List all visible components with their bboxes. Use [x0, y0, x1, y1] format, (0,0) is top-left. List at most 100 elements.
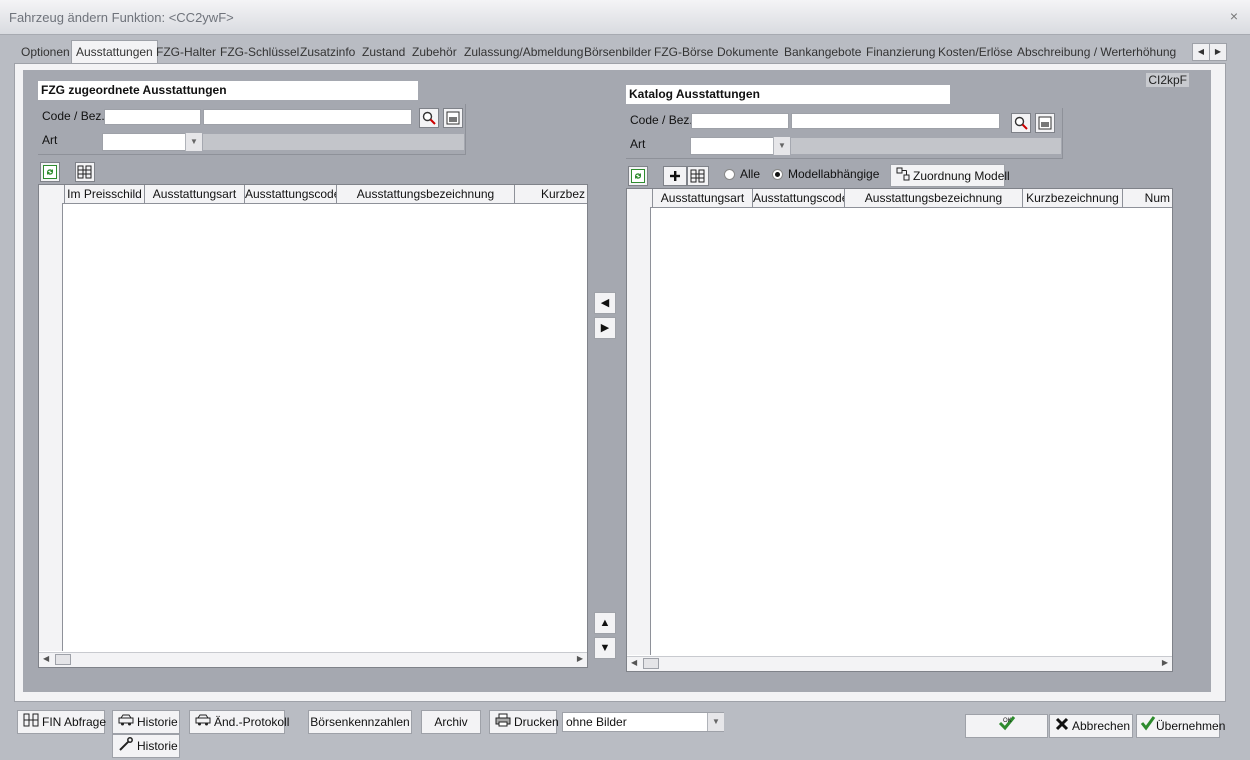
right-scroll-right-icon[interactable]: ▶ [1162, 658, 1168, 667]
aend-protokoll-icon [195, 712, 211, 734]
right-art-label: Art [630, 137, 646, 151]
right-code-input[interactable] [691, 113, 789, 129]
tab-scroll-left-icon[interactable]: ◀ [1192, 43, 1210, 61]
right-grid-header: Ausstattungsart Ausstattungscode Ausstat… [627, 189, 1172, 208]
right-art-dropdown-icon[interactable]: ▼ [773, 137, 790, 155]
right-add-icon[interactable] [663, 166, 687, 186]
uebernehmen-button[interactable]: Übernehmen [1136, 714, 1225, 738]
tab-finanzierung[interactable]: Finanzierung [866, 42, 935, 62]
left-col-im-preisschild[interactable]: Im Preisschild [65, 185, 145, 203]
left-col-ausstattungsart[interactable]: Ausstattungsart [145, 185, 245, 203]
right-col-ausstattungsart[interactable]: Ausstattungsart [653, 189, 753, 207]
left-col-ausstattungscode[interactable]: Ausstattungscode [245, 185, 337, 203]
historie-button[interactable]: Historie [112, 710, 180, 734]
right-grid: Ausstattungsart Ausstattungscode Ausstat… [626, 188, 1173, 672]
tab-zustand[interactable]: Zustand [362, 42, 405, 62]
fin-abfrage-icon [23, 712, 39, 734]
tab-zusatzinfo[interactable]: Zusatzinfo [300, 42, 355, 62]
aend-protokoll-label: Änd.-Protokoll [214, 715, 290, 729]
zuordnung-modell-button[interactable]: Zuordnung Modell [890, 164, 1010, 188]
wrench-icon [118, 736, 134, 758]
left-grid-header: Im Preisschild Ausstattungsart Ausstattu… [39, 185, 587, 204]
ok-check-icon: OK [998, 715, 1016, 738]
left-grid-corner [39, 185, 65, 203]
fin-abfrage-button[interactable]: FIN Abfrage [17, 710, 106, 734]
left-refresh-icon[interactable] [40, 162, 60, 182]
tab-fzg-schluessel[interactable]: FZG-Schlüssel [220, 42, 299, 62]
right-refresh-icon[interactable] [628, 166, 648, 186]
left-scroll-left-icon[interactable]: ◀ [43, 654, 49, 663]
move-right-icon[interactable]: ▶ [594, 317, 616, 339]
right-art-description [791, 138, 1061, 154]
boersenkennzahlen-button[interactable]: Börsenkennzahlen [308, 710, 412, 734]
left-row-indicator [39, 203, 63, 651]
left-col-kurzbez[interactable]: Kurzbez [515, 185, 587, 203]
tab-bankangebote[interactable]: Bankangebote [784, 42, 861, 62]
historie-tool-label: Historie [137, 739, 178, 753]
left-scroll-right-icon[interactable]: ▶ [577, 654, 583, 663]
move-left-icon[interactable]: ◀ [594, 292, 616, 314]
left-art-label: Art [42, 133, 58, 147]
tab-bar: Optionen Ausstattungen FZG-Halter FZG-Sc… [14, 40, 1226, 65]
right-col-ausstattungsbezeichnung[interactable]: Ausstattungsbezeichnung [845, 189, 1023, 207]
right-col-num[interactable]: Num [1123, 189, 1172, 207]
tab-ausstattungen[interactable]: Ausstattungen [71, 40, 158, 65]
drucken-label: Drucken [514, 715, 559, 729]
archiv-button[interactable]: Archiv [421, 710, 481, 734]
left-clear-filter-icon[interactable] [443, 108, 463, 128]
close-icon[interactable]: × [1230, 8, 1238, 24]
right-scroll-thumb[interactable] [643, 658, 659, 669]
zuordnung-modell-icon [896, 166, 910, 188]
historie-label: Historie [137, 715, 178, 729]
print-option-select[interactable]: ohne Bilder [562, 712, 724, 732]
tab-scroll-right-icon[interactable]: ▶ [1209, 43, 1227, 61]
tab-optionen[interactable]: Optionen [21, 42, 70, 62]
left-col-ausstattungsbezeichnung[interactable]: Ausstattungsbezeichnung [337, 185, 515, 203]
right-col-kurzbezeichnung[interactable]: Kurzbezeichnung [1023, 189, 1123, 207]
right-clear-filter-icon[interactable] [1035, 113, 1055, 133]
left-code-input[interactable] [104, 109, 201, 125]
uebernehmen-label: Übernehmen [1156, 719, 1226, 733]
print-option-dropdown-icon[interactable]: ▼ [707, 713, 724, 731]
tab-kosten-erloese[interactable]: Kosten/Erlöse [938, 42, 1013, 62]
left-scroll-thumb[interactable] [55, 654, 71, 665]
tab-boersenbilder[interactable]: Börsenbilder [584, 42, 651, 62]
right-bez-input[interactable] [791, 113, 1000, 129]
window-title: Fahrzeug ändern Funktion: <CC2ywF> [9, 10, 234, 25]
left-bez-input[interactable] [203, 109, 412, 125]
right-col-ausstattungscode[interactable]: Ausstattungscode [753, 189, 845, 207]
left-art-dropdown-icon[interactable]: ▼ [185, 133, 202, 151]
right-section-title: Katalog Ausstattungen [626, 85, 950, 104]
tab-zubehoer[interactable]: Zubehör [412, 42, 457, 62]
left-search-icon[interactable] [419, 108, 439, 128]
aend-protokoll-button[interactable]: Änd.-Protokoll [189, 710, 289, 734]
abbrechen-label: Abbrechen [1072, 719, 1131, 733]
right-code-label: Code / Bez. [630, 113, 693, 127]
tab-zulassung[interactable]: Zulassung/Abmeldung [464, 42, 583, 62]
right-scroll-left-icon[interactable]: ◀ [631, 658, 637, 667]
left-grid: Im Preisschild Ausstattungsart Ausstattu… [38, 184, 588, 668]
tab-dokumente[interactable]: Dokumente [717, 42, 778, 62]
radio-alle[interactable] [724, 169, 735, 180]
ok-button[interactable]: OK [965, 714, 1048, 738]
uebernehmen-check-icon [1140, 715, 1156, 738]
drucken-button[interactable]: Drucken [489, 710, 559, 734]
tab-abschreibung[interactable]: Abschreibung / Werterhöhung [1017, 42, 1176, 62]
historie-tool-button[interactable]: Historie [112, 734, 180, 758]
radio-modellabhaengige[interactable] [772, 169, 783, 180]
move-down-icon[interactable]: ▼ [594, 637, 616, 659]
tab-fzg-halter[interactable]: FZG-Halter [156, 42, 216, 62]
right-grid-corner [627, 189, 653, 207]
right-search-icon[interactable] [1011, 113, 1031, 133]
right-column-config-icon[interactable] [687, 166, 709, 186]
printer-icon [495, 712, 511, 734]
zuordnung-modell-label: Zuordnung Modell [913, 169, 1010, 183]
left-hscrollbar[interactable]: ◀ ▶ [39, 652, 587, 667]
right-hscrollbar[interactable]: ◀ ▶ [627, 656, 1172, 671]
left-column-config-icon[interactable] [75, 162, 95, 182]
window-titlebar: Fahrzeug ändern Funktion: <CC2ywF> × [0, 0, 1250, 35]
tab-fzg-boerse[interactable]: FZG-Börse [654, 42, 713, 62]
radio-modellabhaengige-label: Modellabhängige [788, 167, 880, 181]
move-up-icon[interactable]: ▲ [594, 612, 616, 634]
abbrechen-button[interactable]: Abbrechen [1049, 714, 1133, 738]
